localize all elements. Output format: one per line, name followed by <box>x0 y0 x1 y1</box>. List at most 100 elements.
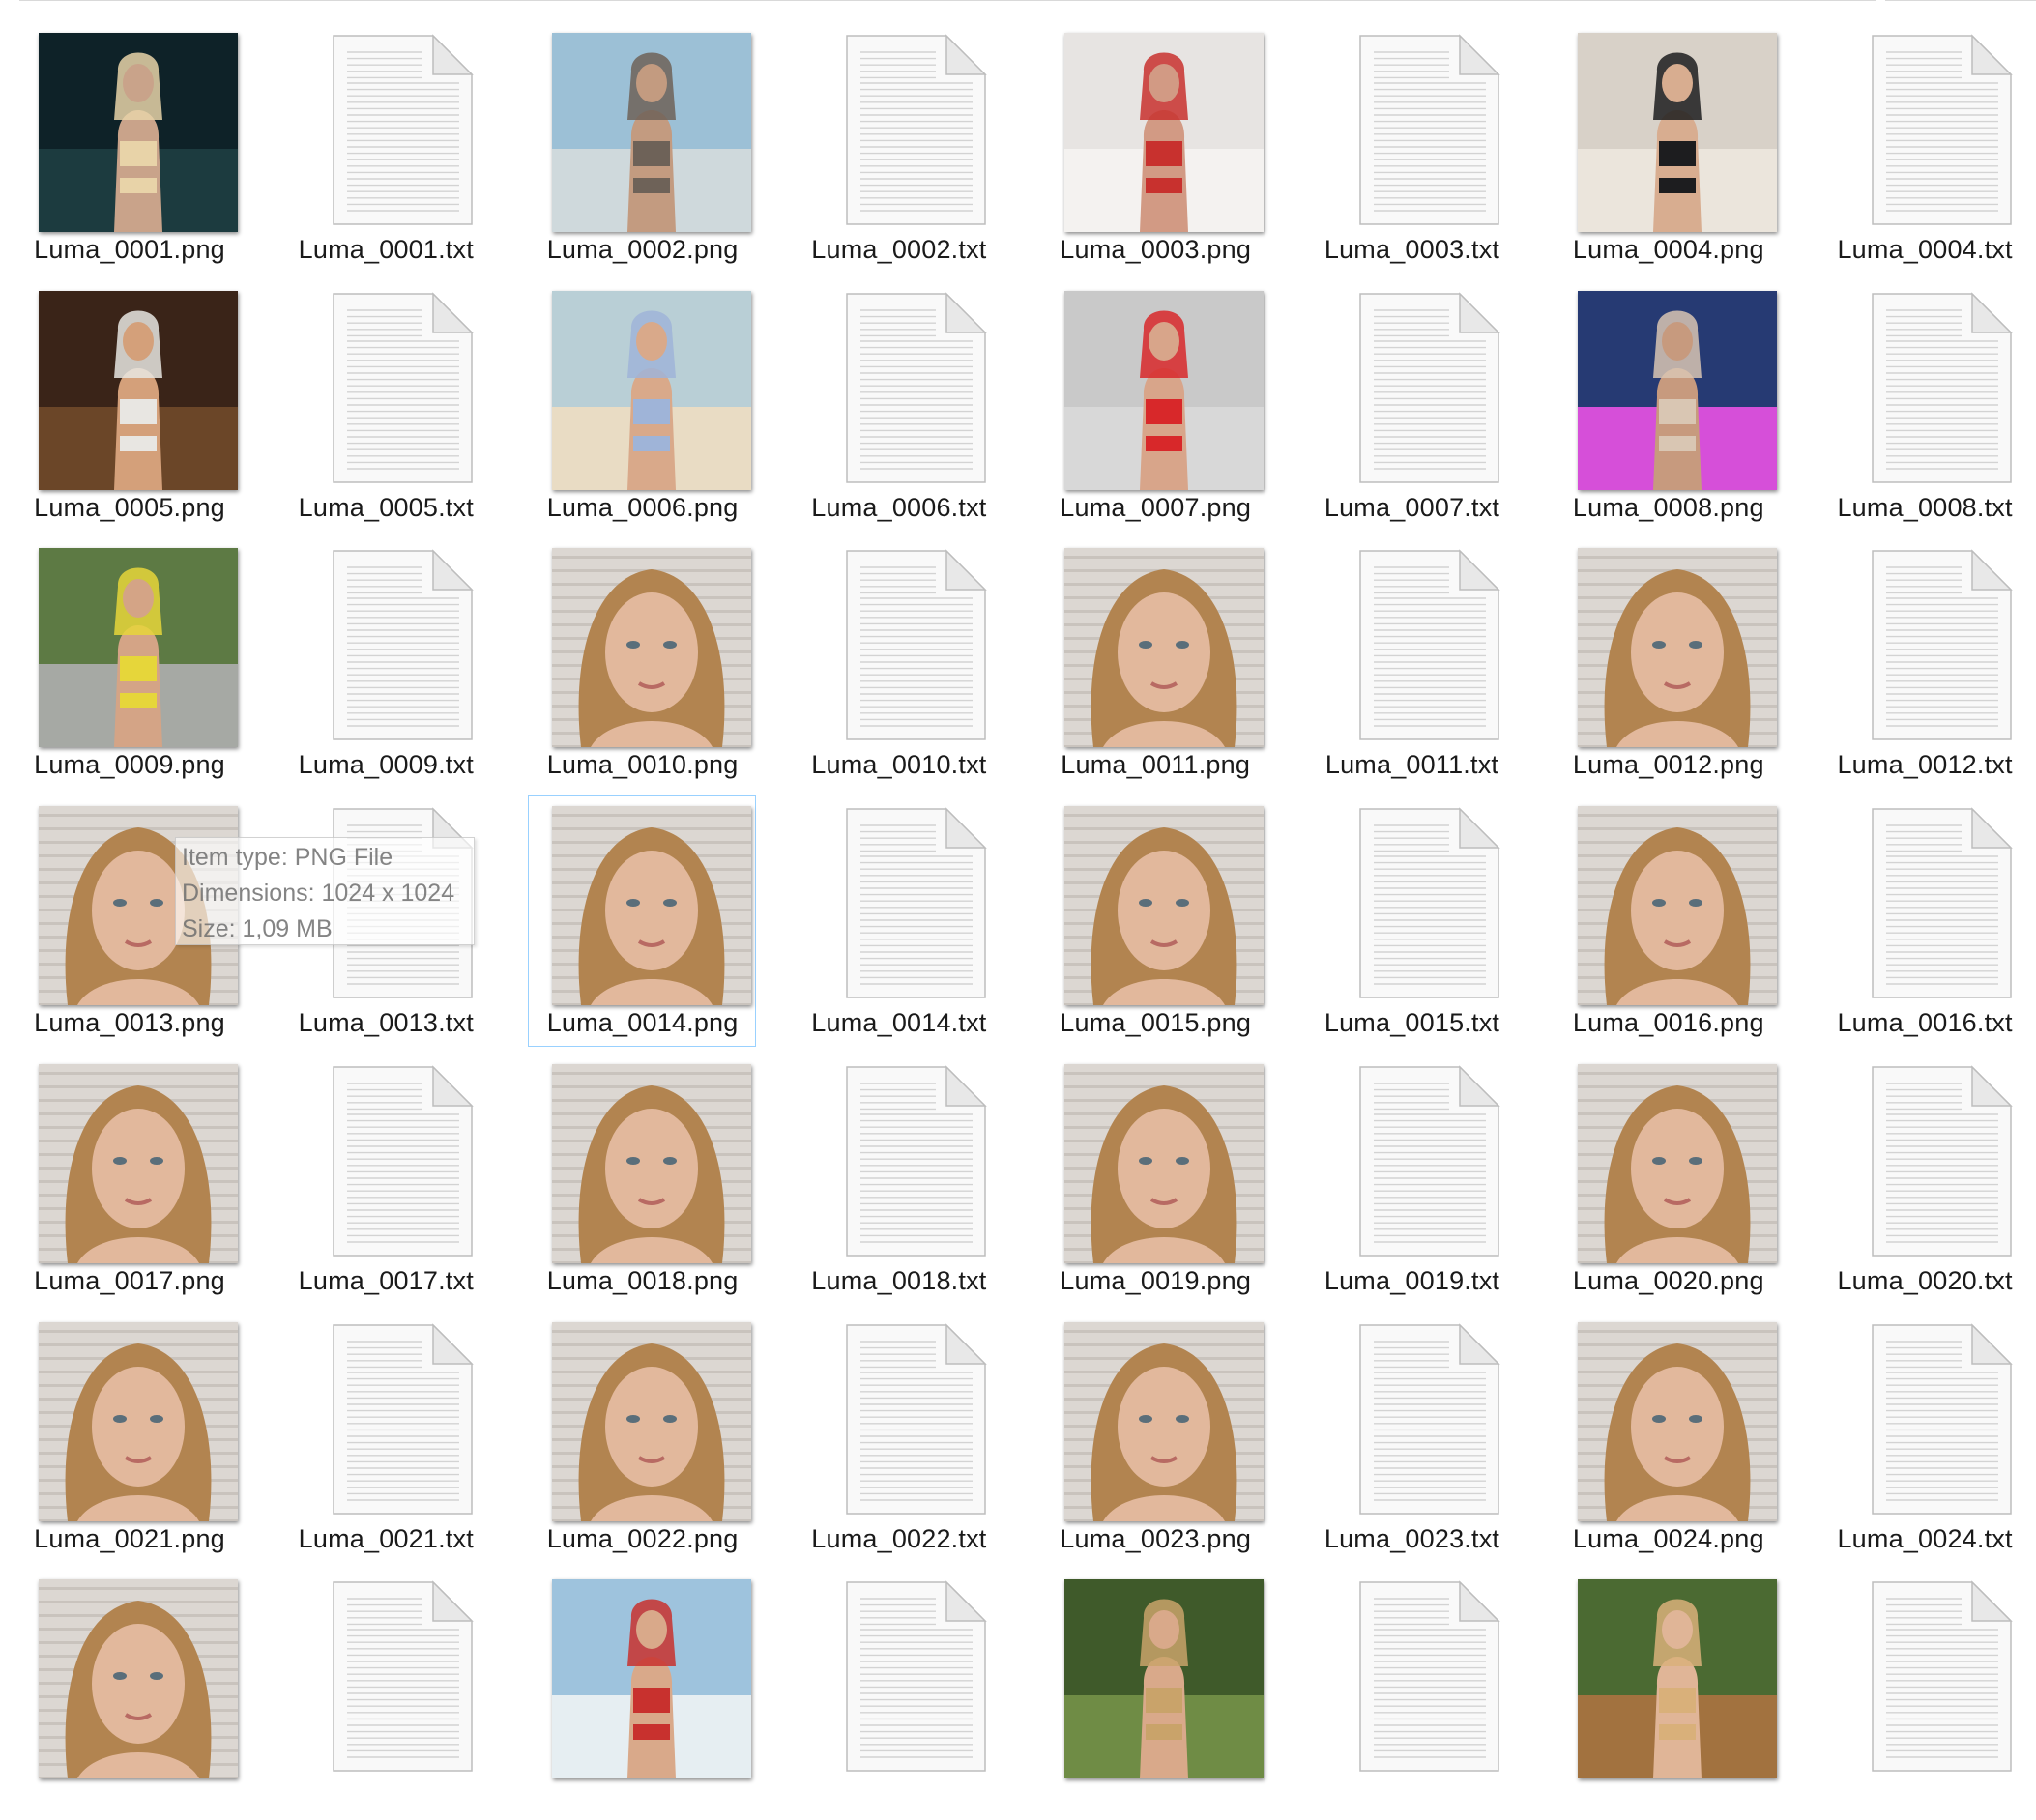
file-item-png[interactable]: Luma_0019.png <box>1040 1054 1268 1305</box>
file-item-txt[interactable]: Luma_0019.txt <box>1297 1054 1526 1305</box>
thumbnail-picture <box>1577 806 1777 1006</box>
file-item-png[interactable]: Luma_0021.png <box>15 1312 243 1563</box>
file-item-txt[interactable]: Luma_0004.txt <box>1810 22 2036 274</box>
file-item-txt[interactable]: Luma_0002.txt <box>784 22 1012 274</box>
thumbnail-picture <box>551 1321 751 1521</box>
file-item-png[interactable]: Luma_0006.png <box>528 280 756 532</box>
document-icon <box>1322 33 1521 232</box>
thumbnail-picture <box>1064 1579 1265 1779</box>
document-icon <box>1834 1064 2033 1263</box>
thumbnail-picture <box>39 1321 238 1521</box>
document-icon <box>295 33 494 232</box>
file-name-label: Luma_0018.png <box>546 1265 739 1295</box>
file-name-label: Luma_0016.txt <box>1837 1008 2013 1038</box>
thumbnail-picture <box>39 548 238 748</box>
file-item-png[interactable]: Luma_0003.png <box>1040 22 1268 274</box>
file-name-label: Luma_0020.png <box>1572 1265 1764 1295</box>
thumbnail-picture <box>1577 1063 1777 1263</box>
file-item-txt[interactable]: Luma_0018.txt <box>784 1054 1012 1305</box>
thumbnail-picture <box>551 1063 751 1263</box>
file-item-png[interactable] <box>1040 1569 1268 1820</box>
thumbnail-picture <box>551 33 751 232</box>
image-thumbnail <box>1577 806 1777 1006</box>
file-item-png[interactable]: Luma_0022.png <box>528 1312 756 1563</box>
file-name-label: Luma_0015.txt <box>1323 1008 1500 1038</box>
thumbnail-picture <box>39 1063 238 1263</box>
file-item-txt[interactable]: Luma_0016.txt <box>1810 795 2036 1047</box>
file-item-png[interactable]: Luma_0016.png <box>1554 795 1782 1047</box>
document-icon <box>808 33 1007 232</box>
file-item-txt[interactable]: Luma_0008.txt <box>1810 280 2036 532</box>
file-name-label: Luma_0024.png <box>1572 1523 1764 1553</box>
image-thumbnail <box>39 1579 238 1779</box>
file-item-png[interactable]: Luma_0020.png <box>1554 1054 1782 1305</box>
file-item-png[interactable] <box>1554 1569 1782 1820</box>
file-item-png[interactable]: Luma_0010.png <box>528 537 756 789</box>
file-item-txt[interactable]: Luma_0023.txt <box>1297 1312 1526 1563</box>
file-item-txt[interactable]: Luma_0020.txt <box>1810 1054 2036 1305</box>
file-item-txt[interactable] <box>1297 1569 1526 1820</box>
thumbnail-picture <box>39 33 238 232</box>
file-item-txt[interactable]: Luma_0015.txt <box>1297 795 1526 1047</box>
file-item-txt[interactable]: Luma_0017.txt <box>271 1054 499 1305</box>
file-item-txt[interactable] <box>784 1569 1012 1820</box>
file-name-label: Luma_0009.txt <box>298 750 474 780</box>
file-item-png[interactable]: Luma_0001.png <box>15 22 243 274</box>
file-item-png[interactable]: Luma_0024.png <box>1554 1312 1782 1563</box>
file-item-png[interactable] <box>528 1569 756 1820</box>
image-thumbnail <box>1064 548 1265 748</box>
file-item-png[interactable]: Luma_0002.png <box>528 22 756 274</box>
document-icon <box>295 1322 494 1521</box>
file-item-png[interactable]: Luma_0004.png <box>1554 22 1782 274</box>
file-item-txt[interactable]: Luma_0003.txt <box>1297 22 1526 274</box>
file-item-txt[interactable]: Luma_0022.txt <box>784 1312 1012 1563</box>
file-item-txt[interactable]: Luma_0024.txt <box>1810 1312 2036 1563</box>
document-icon <box>1834 291 2033 490</box>
text-document-icon <box>808 806 1007 1005</box>
file-item-txt[interactable]: Luma_0011.txt <box>1297 537 1526 789</box>
file-item-png[interactable]: Luma_0012.png <box>1554 537 1782 789</box>
file-item-txt[interactable]: Luma_0021.txt <box>271 1312 499 1563</box>
file-name-label: Luma_0019.png <box>1060 1265 1252 1295</box>
text-document-icon <box>295 291 494 490</box>
document-icon <box>1322 1579 1521 1778</box>
image-thumbnail <box>551 1063 751 1263</box>
text-document-icon <box>1834 806 2033 1005</box>
file-item-png[interactable]: Luma_0007.png <box>1040 280 1268 532</box>
file-item-txt[interactable]: Luma_0007.txt <box>1297 280 1526 532</box>
thumbnail-picture <box>551 290 751 490</box>
document-icon <box>1322 1064 1521 1263</box>
text-document-icon <box>808 33 1007 232</box>
file-name-label: Luma_0005.txt <box>298 492 474 522</box>
file-name-label: Luma_0020.txt <box>1837 1265 2013 1295</box>
file-item-png[interactable]: Luma_0023.png <box>1040 1312 1268 1563</box>
file-item-txt[interactable]: Luma_0005.txt <box>271 280 499 532</box>
file-name-label: Luma_0010.png <box>546 750 739 780</box>
file-item-txt[interactable]: Luma_0006.txt <box>784 280 1012 532</box>
file-item-png[interactable]: Luma_0017.png <box>15 1054 243 1305</box>
file-item-txt[interactable] <box>271 1569 499 1820</box>
document-icon <box>808 1322 1007 1521</box>
image-thumbnail <box>39 33 238 232</box>
image-thumbnail <box>39 548 238 748</box>
file-item-txt[interactable]: Luma_0009.txt <box>271 537 499 789</box>
file-name-label: Luma_0003.png <box>1060 235 1252 264</box>
file-item-png[interactable]: Luma_0014.png <box>527 795 756 1048</box>
file-item-png[interactable]: Luma_0005.png <box>15 280 243 532</box>
file-item-png[interactable]: Luma_0009.png <box>15 537 243 789</box>
file-item-png[interactable]: Luma_0018.png <box>528 1054 756 1305</box>
file-item-png[interactable] <box>15 1569 243 1820</box>
file-name-label: Luma_0017.txt <box>298 1265 474 1295</box>
file-item-png[interactable]: Luma_0015.png <box>1040 795 1268 1047</box>
thumbnail-picture <box>1064 1063 1265 1263</box>
image-thumbnail <box>1064 33 1265 232</box>
document-icon <box>295 1064 494 1263</box>
file-item-txt[interactable] <box>1810 1569 2036 1820</box>
file-item-txt[interactable]: Luma_0014.txt <box>784 795 1012 1047</box>
file-item-png[interactable]: Luma_0011.png <box>1040 537 1268 789</box>
file-item-txt[interactable]: Luma_0001.txt <box>271 22 499 274</box>
file-item-png[interactable]: Luma_0008.png <box>1554 280 1782 532</box>
file-item-txt[interactable]: Luma_0012.txt <box>1810 537 2036 789</box>
file-item-txt[interactable]: Luma_0010.txt <box>784 537 1012 789</box>
image-thumbnail <box>1577 548 1777 748</box>
